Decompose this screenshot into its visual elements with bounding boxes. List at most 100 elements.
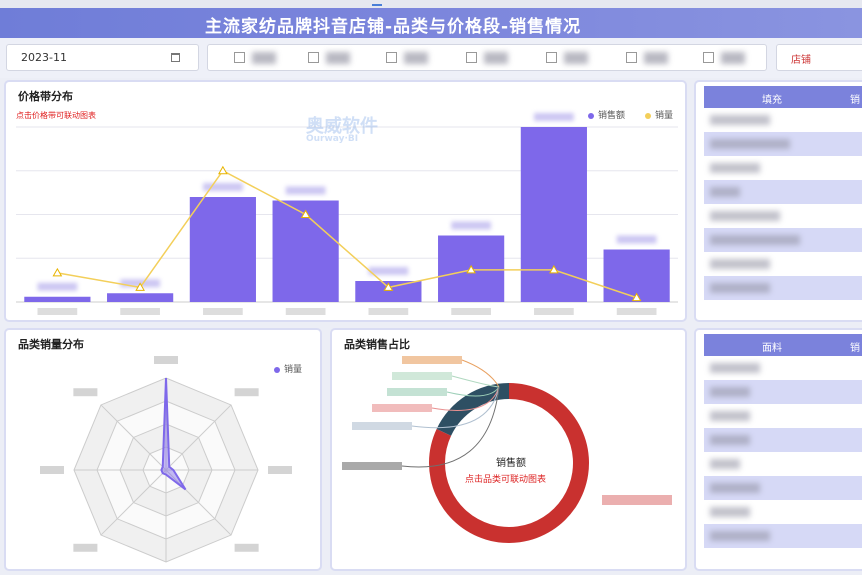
donut-center-label: 销售额 xyxy=(496,458,526,469)
cell-blurred xyxy=(710,363,760,373)
cell-blurred xyxy=(710,211,780,221)
brand-checkbox[interactable] xyxy=(703,52,714,63)
radar-label-blurred xyxy=(234,543,259,552)
slice-label-blurred xyxy=(387,388,447,396)
brand-checkbox[interactable] xyxy=(308,52,319,63)
cell-blurred xyxy=(710,507,750,517)
table-row[interactable] xyxy=(704,108,862,132)
table-row[interactable] xyxy=(704,204,862,228)
slice-label-blurred xyxy=(342,462,402,470)
table-row[interactable] xyxy=(704,276,862,300)
brand-label-blurred xyxy=(326,52,350,64)
table-row[interactable] xyxy=(704,180,862,204)
dashboard-header: 主流家纺品牌抖音店铺-品类与价格段-销售情况 xyxy=(0,8,862,38)
brand-checkbox[interactable] xyxy=(466,52,477,63)
donut-center-hint: 点击品类可联动图表 xyxy=(465,475,547,485)
x-tick-blurred xyxy=(120,308,160,315)
category-share-donut[interactable] xyxy=(332,330,689,573)
bar[interactable] xyxy=(107,293,174,302)
calendar-icon[interactable] xyxy=(171,53,180,62)
cell-blurred xyxy=(710,411,750,421)
price-band-panel: 价格带分布 点击价格带可联动图表 销售额 销量 奥威软件 Ourway·BI xyxy=(4,80,687,322)
brand-checkbox[interactable] xyxy=(234,52,245,63)
filling-table-header: 填充 销 xyxy=(704,86,862,108)
fabric-table-panel: 面料 销 xyxy=(694,328,862,571)
x-tick-blurred xyxy=(368,308,409,315)
table-row[interactable] xyxy=(704,228,862,252)
x-tick-blurred xyxy=(616,308,657,315)
cell-blurred xyxy=(710,283,770,293)
bar-label-blurred xyxy=(285,186,326,195)
table-row[interactable] xyxy=(704,500,862,524)
table-row[interactable] xyxy=(704,252,862,276)
cell-blurred xyxy=(710,531,770,541)
month-value: 2023-11 xyxy=(21,51,67,64)
bar[interactable] xyxy=(24,296,91,302)
top-strip xyxy=(0,0,862,8)
bar[interactable] xyxy=(520,127,587,302)
cell-blurred xyxy=(710,139,790,149)
col-filling: 填充 xyxy=(762,95,782,106)
col-sales: 销 xyxy=(850,343,860,354)
col-sales: 销 xyxy=(850,95,860,106)
brand-checkbox-group xyxy=(207,44,767,71)
x-tick-blurred xyxy=(451,308,491,315)
table-row[interactable] xyxy=(704,524,862,548)
cell-blurred xyxy=(710,115,770,125)
bar-label-blurred xyxy=(37,282,78,291)
table-row[interactable] xyxy=(704,404,862,428)
bar[interactable] xyxy=(189,197,256,302)
table-row[interactable] xyxy=(704,476,862,500)
radar-label-blurred xyxy=(268,466,292,474)
x-tick-blurred xyxy=(285,308,326,315)
cell-blurred xyxy=(710,187,740,197)
brand-label-blurred xyxy=(644,52,668,64)
dashboard-title: 主流家纺品牌抖音店铺-品类与价格段-销售情况 xyxy=(205,17,582,37)
category-volume-panel: 品类销量分布 销量 xyxy=(4,328,322,571)
x-tick-blurred xyxy=(37,308,78,315)
slice-label-blurred xyxy=(372,404,432,412)
volume-point xyxy=(52,267,63,277)
brand-label-blurred xyxy=(484,52,508,64)
bar-label-blurred xyxy=(368,267,409,275)
cell-blurred xyxy=(710,459,740,469)
cell-blurred xyxy=(710,483,760,493)
radar-label-blurred xyxy=(154,356,178,364)
slice-label-blurred xyxy=(352,422,412,430)
cell-blurred xyxy=(710,163,760,173)
table-row[interactable] xyxy=(704,132,862,156)
table-row[interactable] xyxy=(704,452,862,476)
table-row[interactable] xyxy=(704,156,862,180)
x-tick-blurred xyxy=(203,308,243,315)
table-row[interactable] xyxy=(704,356,862,380)
shop-label: 店铺 xyxy=(791,55,811,66)
tab-indicator xyxy=(372,4,382,6)
cell-blurred xyxy=(710,435,750,445)
month-picker[interactable]: 2023-11 xyxy=(6,44,199,71)
brand-label-blurred xyxy=(404,52,428,64)
x-tick-blurred xyxy=(534,308,574,315)
cell-blurred xyxy=(710,235,800,245)
table-row[interactable] xyxy=(704,380,862,404)
filling-table-panel: 填充 销 xyxy=(694,80,862,322)
shop-selector[interactable]: 店铺 xyxy=(776,44,862,71)
table-row[interactable] xyxy=(704,428,862,452)
radar-label-blurred xyxy=(234,388,259,397)
slice-label-blurred xyxy=(392,372,452,380)
bar-label-blurred xyxy=(534,113,574,121)
radar-label-blurred xyxy=(73,543,98,552)
category-volume-radar[interactable] xyxy=(6,330,324,573)
cell-blurred xyxy=(710,387,750,397)
brand-label-blurred xyxy=(564,52,588,64)
brand-label-blurred xyxy=(252,52,276,64)
bar-label-blurred xyxy=(616,235,657,244)
radar-label-blurred xyxy=(73,388,98,397)
brand-checkbox[interactable] xyxy=(386,52,397,63)
slice-label-blurred xyxy=(602,495,672,505)
brand-checkbox[interactable] xyxy=(546,52,557,63)
bar-label-blurred xyxy=(451,221,491,230)
watermark-en: Ourway·BI xyxy=(306,134,359,144)
slice-label-blurred xyxy=(402,356,462,364)
brand-checkbox[interactable] xyxy=(626,52,637,63)
radar-label-blurred xyxy=(40,466,64,474)
